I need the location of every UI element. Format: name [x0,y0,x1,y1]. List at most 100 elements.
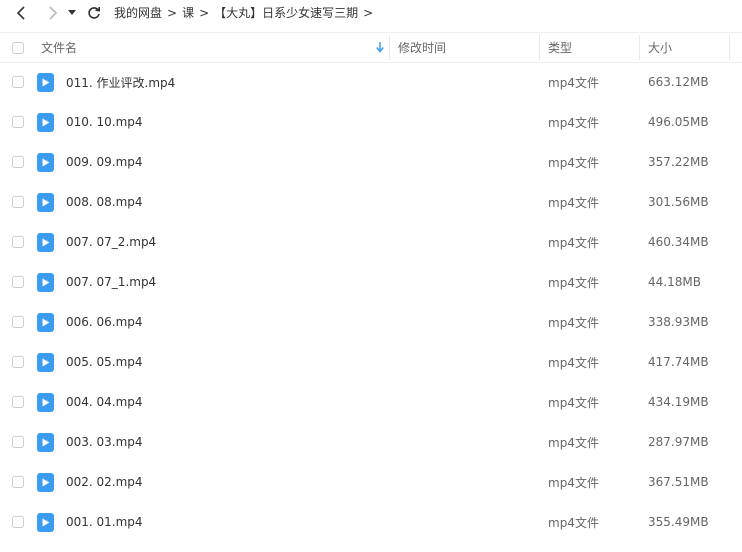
table-row[interactable]: 005. 05.mp4 mp4文件 417.74MB [0,342,742,382]
history-dropdown-button[interactable] [65,2,79,24]
row-checkbox[interactable] [12,476,24,488]
row-checkbox[interactable] [12,396,24,408]
play-icon [42,318,49,326]
row-checkbox[interactable] [12,236,24,248]
video-file-icon [37,112,54,132]
file-type: mp4文件 [548,155,599,170]
row-checkbox[interactable] [12,516,24,528]
refresh-icon [88,6,100,19]
table-row[interactable]: 001. 01.mp4 mp4文件 355.49MB [0,502,742,542]
breadcrumb-item-current[interactable]: 【大丸】日系少女速写三期 [214,4,358,21]
video-file-icon [37,352,54,372]
table-row[interactable]: 002. 02.mp4 mp4文件 367.51MB [0,462,742,502]
select-all-checkbox[interactable] [12,41,24,54]
row-checkbox-cell [12,342,24,382]
table-row[interactable]: 006. 06.mp4 mp4文件 338.93MB [0,302,742,342]
play-icon [42,198,49,206]
row-checkbox[interactable] [12,276,24,288]
row-checkbox[interactable] [12,436,24,448]
file-type: mp4文件 [548,195,599,210]
file-name[interactable]: 008. 08.mp4 [66,182,143,222]
row-checkbox-cell [12,62,24,102]
back-button[interactable] [9,2,33,24]
column-header-modified-label: 修改时间 [398,41,447,55]
row-checkbox[interactable] [12,156,24,168]
video-file-icon [37,512,54,532]
select-all-cell [12,33,24,62]
row-checkbox[interactable] [12,196,24,208]
column-divider[interactable] [539,35,540,60]
file-name[interactable]: 002. 02.mp4 [66,462,143,502]
row-checkbox-cell [12,262,24,302]
play-icon [42,158,49,166]
row-checkbox[interactable] [12,116,24,128]
file-list-header: 文件名 修改时间 类型 大小 [0,32,742,63]
file-icon-cell [37,222,54,262]
column-divider[interactable] [389,35,390,60]
video-file-icon [37,312,54,332]
file-name[interactable]: 011. 作业评改.mp4 [66,62,175,102]
file-size: 301.56MB [648,195,709,209]
file-name[interactable]: 005. 05.mp4 [66,342,143,382]
row-checkbox[interactable] [12,356,24,368]
play-icon [42,398,49,406]
breadcrumb-separator: > [167,5,178,20]
breadcrumb-item-course[interactable]: 课 [182,4,194,21]
video-file-icon [37,72,54,92]
row-checkbox-cell [12,502,24,542]
file-type: mp4文件 [548,235,599,250]
file-size: 287.97MB [648,435,709,449]
chevron-left-icon [16,5,25,20]
file-type: mp4文件 [548,355,599,370]
file-name[interactable]: 010. 10.mp4 [66,102,143,142]
breadcrumb-item-root[interactable]: 我的网盘 [114,4,162,21]
table-row[interactable]: 010. 10.mp4 mp4文件 496.05MB [0,102,742,142]
refresh-button[interactable] [82,2,106,24]
file-name[interactable]: 007. 07_1.mp4 [66,262,156,302]
play-icon [42,438,49,446]
row-checkbox-cell [12,182,24,222]
file-icon-cell [37,142,54,182]
video-file-icon [37,472,54,492]
video-file-icon [37,232,54,252]
play-icon [42,78,49,86]
table-row[interactable]: 008. 08.mp4 mp4文件 301.56MB [0,182,742,222]
file-name[interactable]: 006. 06.mp4 [66,302,143,342]
column-header-size[interactable]: 大小 [648,33,672,62]
column-header-type[interactable]: 类型 [548,33,572,62]
file-name[interactable]: 003. 03.mp4 [66,422,143,462]
table-row[interactable]: 009. 09.mp4 mp4文件 357.22MB [0,142,742,182]
toolbar: 我的网盘 > 课 > 【大丸】日系少女速写三期 > [0,0,742,25]
column-header-name[interactable]: 文件名 [41,33,386,62]
sort-down-arrow-icon [376,42,384,53]
table-row[interactable]: 007. 07_2.mp4 mp4文件 460.34MB [0,222,742,262]
file-name[interactable]: 004. 04.mp4 [66,382,143,422]
video-file-icon [37,392,54,412]
file-size: 357.22MB [648,155,709,169]
column-divider[interactable] [729,35,730,60]
file-type: mp4文件 [548,475,599,490]
caret-down-icon [68,9,76,15]
play-icon [42,118,49,126]
column-header-modified[interactable]: 修改时间 [398,33,446,62]
file-type: mp4文件 [548,75,599,90]
table-row[interactable]: 007. 07_1.mp4 mp4文件 44.18MB [0,262,742,302]
file-name[interactable]: 007. 07_2.mp4 [66,222,156,262]
file-icon-cell [37,382,54,422]
file-icon-cell [37,422,54,462]
file-size: 496.05MB [648,115,709,129]
file-size: 367.51MB [648,475,709,489]
table-row[interactable]: 004. 04.mp4 mp4文件 434.19MB [0,382,742,422]
file-icon-cell [37,502,54,542]
file-name[interactable]: 001. 01.mp4 [66,502,143,542]
file-name[interactable]: 009. 09.mp4 [66,142,143,182]
file-icon-cell [37,342,54,382]
column-header-size-label: 大小 [648,41,673,55]
column-divider[interactable] [639,35,640,60]
row-checkbox[interactable] [12,316,24,328]
row-checkbox-cell [12,142,24,182]
table-row[interactable]: 003. 03.mp4 mp4文件 287.97MB [0,422,742,462]
forward-button[interactable] [41,2,65,24]
table-row[interactable]: 011. 作业评改.mp4 mp4文件 663.12MB [0,62,742,102]
row-checkbox[interactable] [12,76,24,88]
